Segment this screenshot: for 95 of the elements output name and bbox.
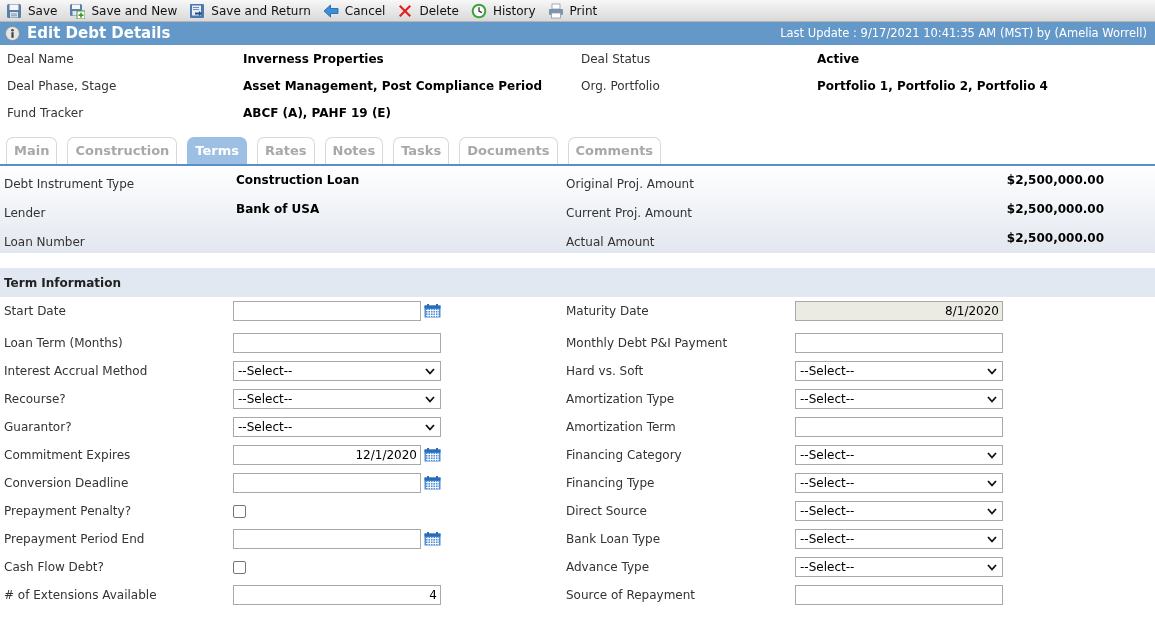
field-label: Financing Type [566,475,656,492]
field-label: Deal Name [7,50,74,68]
left-arrow-icon [322,2,339,19]
chevron-down-icon [987,367,997,375]
last-update-text: Last Update : 9/17/2021 10:41:35 AM (MST) by (Amelia Worrell) [780,24,1147,42]
select-dropdown[interactable]: --Select-- [795,557,1003,577]
field-label: Prepayment Penalty? [4,503,132,520]
field-value: Active [817,50,860,68]
checkbox[interactable] [233,504,246,518]
field-label: Direct Source [566,503,648,520]
toolbar-button[interactable]: Save and New [67,0,180,21]
field-label: Hard vs. Soft [566,363,645,380]
field-label: Maturity Date [566,303,650,320]
field-label: Deal Status [581,50,651,68]
summary-label: Debt Instrument Type [4,177,135,191]
x-mark-icon [397,2,414,19]
field-label: Org. Portfolio [581,77,660,95]
field-label: Cash Flow Debt? [4,559,105,576]
calendar-icon[interactable] [424,532,441,546]
toolbar-button[interactable]: Save and Return [187,0,313,21]
field-label: Interest Accrual Method [4,363,149,380]
date-input[interactable] [233,473,421,493]
chevron-down-icon [987,451,997,459]
field-label: Monthly Debt P&I Payment [566,335,729,352]
field-label: Prepayment Period End [4,531,146,548]
calendar-icon[interactable] [424,476,441,490]
summary-value: $2,500,000.00 [1006,231,1104,245]
page-title: Edit Debt Details [27,23,171,45]
chevron-down-icon [987,395,997,403]
printer-icon [547,2,564,19]
field-label: Advance Type [566,559,651,576]
summary-value: $2,500,000.00 [1006,202,1104,216]
chevron-down-icon [987,507,997,515]
chevron-down-icon [425,423,435,431]
summary-value: $2,500,000.00 [1006,173,1104,187]
select-dropdown[interactable]: --Select-- [795,445,1003,465]
select-dropdown[interactable]: --Select-- [795,501,1003,521]
date-input[interactable] [233,301,421,321]
chevron-down-icon [987,479,997,487]
field-label: Start Date [4,303,67,320]
section-title: Term Information [4,274,121,292]
chevron-down-icon [987,535,997,543]
select-dropdown[interactable]: --Select-- [233,361,441,381]
field-label: Bank Loan Type [566,531,662,548]
field-label: Conversion Deadline [4,475,130,492]
floppy-disk-plus-icon [69,2,86,19]
chevron-down-icon [987,563,997,571]
field-value: Asset Management, Post Compliance Period [243,77,543,95]
summary-label: Loan Number [4,235,85,249]
date-input[interactable]: 12/1/2020 [233,445,421,465]
info-icon [5,26,20,41]
select-dropdown[interactable]: --Select-- [795,361,1003,381]
field-label: Fund Tracker [7,104,84,122]
read-only-date-input[interactable]: 8/1/2020 [795,301,1003,321]
text-input[interactable] [795,417,1003,437]
field-label: Commitment Expires [4,447,132,464]
select-dropdown[interactable]: --Select-- [233,417,441,437]
clock-icon [470,2,487,19]
toolbar-button[interactable]: History [468,0,538,21]
summary-label: Lender [4,206,46,220]
field-label: Guarantor? [4,419,73,436]
text-input[interactable] [795,585,1003,605]
select-dropdown[interactable]: --Select-- [795,473,1003,493]
field-label: Amortization Term [566,419,677,436]
field-value: Portfolio 1, Portfolio 2, Portfolio 4 [817,77,1048,95]
select-dropdown[interactable]: --Select-- [233,389,441,409]
summary-label: Original Proj. Amount [566,177,694,191]
toolbar-button[interactable]: Print [545,0,600,21]
field-label: # of Extensions Available [4,587,158,604]
field-label: Recourse? [4,391,67,408]
field-label: Financing Category [566,447,683,464]
checkbox[interactable] [233,560,246,574]
summary-label: Actual Amount [566,235,655,249]
field-value: ABCF (A), PAHF 19 (E) [243,104,392,122]
text-input[interactable] [233,333,441,353]
toolbar-button[interactable]: Delete [395,0,461,21]
select-dropdown[interactable]: --Select-- [795,389,1003,409]
summary-label: Current Proj. Amount [566,206,693,220]
summary-value: Bank of USA [236,202,320,216]
field-value: Inverness Properties [243,50,384,68]
summary-value: Construction Loan [236,173,360,187]
field-label: Amortization Type [566,391,676,408]
select-dropdown[interactable]: --Select-- [795,529,1003,549]
chevron-down-icon [425,395,435,403]
field-label: Source of Repayment [566,587,697,604]
date-input[interactable] [233,529,421,549]
text-input[interactable]: 4 [233,585,441,605]
toolbar-button[interactable]: Cancel [320,0,388,21]
calendar-icon[interactable] [424,304,441,318]
toolbar-button[interactable]: Save [4,0,60,21]
field-label: Loan Term (Months) [4,335,124,352]
chevron-down-icon [425,367,435,375]
text-input[interactable] [795,333,1003,353]
field-label: Deal Phase, Stage [7,77,117,95]
calendar-icon[interactable] [424,448,441,462]
